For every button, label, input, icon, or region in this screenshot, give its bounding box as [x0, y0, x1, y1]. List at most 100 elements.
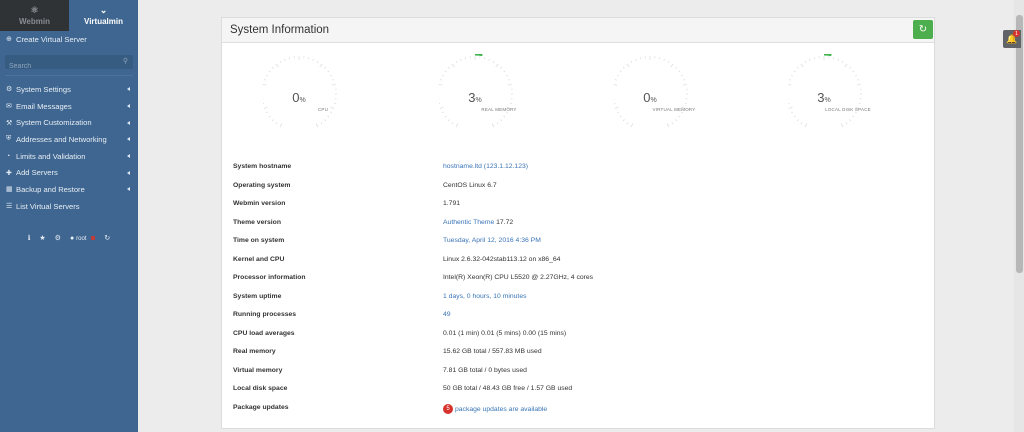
- info-row-theme-version: Theme version Authentic Theme 17.72: [233, 219, 923, 238]
- gauge-tick: [492, 60, 495, 63]
- package-updates-link[interactable]: package updates are available: [455, 405, 547, 412]
- gauge-tick: [263, 83, 267, 86]
- gauge-tick: [832, 57, 835, 60]
- gauge-cpu: 0% CPU: [263, 54, 363, 154]
- user-icon: ●: [69, 234, 75, 242]
- sidebar-item-label: Backup and Restore: [16, 184, 85, 194]
- sidebar-item-email-messages[interactable]: ✉ Email Messages: [0, 98, 138, 115]
- gauge-tick: [275, 63, 279, 68]
- sidebar-item-system-customization[interactable]: ⚒ System Customization: [0, 114, 138, 131]
- gauge-tick: [841, 60, 844, 63]
- sidebar-item-list-virtual-servers[interactable]: ☰ List Virtual Servers: [0, 198, 138, 215]
- sidebar-item-label: Add Servers: [16, 168, 58, 178]
- gauge-tick: [307, 57, 310, 60]
- panel-header: System Information ↻: [222, 18, 934, 43]
- time-link[interactable]: Tuesday, April 12, 2016 4:36 PM: [443, 237, 541, 244]
- gauge-tick: [496, 122, 499, 125]
- info-value: Linux 2.6.32-042stab113.12 on x86_64: [443, 255, 561, 263]
- sidebar-item-label: System Customization: [16, 118, 92, 128]
- user-menu[interactable]: ● root: [69, 234, 96, 242]
- theme-link[interactable]: Authentic Theme: [443, 219, 494, 226]
- gauge-tick: [639, 57, 642, 60]
- tab-webmin[interactable]: ⚛ Webmin: [0, 0, 69, 31]
- webmin-logo-icon: ⚛: [30, 4, 39, 15]
- uptime-link[interactable]: 1 days, 0 hours, 10 minutes: [443, 293, 527, 300]
- star-icon[interactable]: ★: [39, 234, 45, 242]
- gauge-label: REAL MEMORY: [481, 107, 517, 112]
- info-row-virtual-memory: Virtual memory 7.81 GB total / 0 bytes u…: [233, 367, 923, 386]
- gauge-tick: [675, 119, 678, 122]
- refresh-button[interactable]: ↻: [913, 20, 933, 39]
- gauge-tick: [682, 83, 687, 86]
- gauge-tick: [268, 70, 271, 73]
- gauges-row: 0% CPU 3% REAL MEMORY 0% VIRTUAL MEMORY …: [222, 43, 934, 163]
- info-label: Real memory: [233, 348, 276, 355]
- gauge-tick: [678, 70, 681, 73]
- gauge-virtual-memory: 0% VIRTUAL MEMORY: [614, 54, 714, 154]
- gauge-tick: [852, 115, 855, 118]
- gauge-tick: [630, 60, 633, 63]
- gauge-progress-arc: [823, 54, 832, 57]
- gauge-tick: [330, 74, 333, 77]
- tab-virtualmin[interactable]: ⌄ Virtualmin: [69, 0, 138, 31]
- sidebar: ⚛ Webmin ⌄ Virtualmin ⊕ Create Virtual S…: [0, 0, 138, 432]
- gauge-tick: [506, 74, 509, 77]
- info-row-kernel: Kernel and CPU Linux 2.6.32-042stab113.1…: [233, 256, 923, 275]
- gauge-tick: [455, 123, 459, 128]
- gauge-tick: [681, 74, 684, 77]
- gauge-tick: [788, 106, 793, 109]
- notifications-button[interactable]: 🔔 1: [1003, 30, 1021, 48]
- refresh-icon[interactable]: ↻: [104, 234, 110, 242]
- gauge-tick: [663, 58, 665, 61]
- gauge-tick: [849, 119, 852, 122]
- create-virtual-server-link[interactable]: ⊕ Create Virtual Server: [0, 31, 138, 47]
- gauge-tick: [813, 57, 816, 60]
- gauge-tick: [616, 111, 619, 114]
- gauge-tick: [324, 119, 327, 122]
- gauge-tick: [279, 123, 283, 128]
- sidebar-item-add-servers[interactable]: ✚ Add Servers: [0, 164, 138, 181]
- page-scrollbar[interactable]: [1014, 0, 1024, 432]
- gauge-tick: [455, 60, 458, 63]
- sidebar-item-addresses-networking[interactable]: ⛨ Addresses and Networking: [0, 131, 138, 148]
- create-virtual-server-label: Create Virtual Server: [16, 34, 87, 44]
- search-input[interactable]: [5, 59, 133, 74]
- caret-left-icon: [127, 87, 130, 92]
- info-label: Processor information: [233, 274, 306, 281]
- gauge-tick: [857, 79, 860, 81]
- info-row-processor: Processor information Intel(R) Xeon(R) C…: [233, 274, 923, 293]
- gauge-tick: [330, 111, 333, 114]
- gauge-tick: [441, 74, 444, 77]
- gauge-tick: [315, 123, 319, 128]
- sidebar-item-limits-validation[interactable]: ◔ Limits and Validation: [0, 148, 138, 165]
- gauge-tick: [441, 111, 444, 114]
- sidebar-item-system-settings[interactable]: ⚙ System Settings: [0, 81, 138, 98]
- sidebar-item-backup-restore[interactable]: ▦ Backup and Restore: [0, 181, 138, 198]
- gauge-tick: [483, 57, 486, 60]
- info-value: 50 GB total / 48.43 GB free / 1.57 GB us…: [443, 385, 573, 392]
- gauge-tick: [796, 119, 799, 122]
- gauge-tick: [263, 79, 266, 81]
- scrollbar-thumb[interactable]: [1016, 15, 1023, 273]
- gauge-tick: [837, 58, 839, 61]
- gauge-tick: [670, 63, 674, 68]
- cogs-icon[interactable]: ⚙: [55, 234, 61, 242]
- info-icon[interactable]: ℹ: [28, 234, 31, 242]
- gauge-tick: [626, 122, 629, 125]
- gauge-tick: [619, 70, 622, 73]
- processes-link[interactable]: 49: [443, 311, 451, 318]
- info-row-real-memory: Real memory 15.62 GB total / 557.83 MB u…: [233, 348, 923, 367]
- gauge-tick: [844, 63, 848, 68]
- notification-count-badge: 1: [1013, 30, 1020, 37]
- info-value: 1.791: [443, 200, 461, 207]
- search-icon: ⚲: [122, 58, 128, 65]
- hostname-link[interactable]: hostname.ltd (123.1.12.123): [443, 163, 528, 170]
- gauge-tick: [331, 83, 336, 86]
- info-label: System hostname: [233, 163, 292, 170]
- gauge-tick: [439, 83, 443, 86]
- gauge-tick: [619, 115, 622, 118]
- gauge-tick: [796, 66, 799, 69]
- info-row-uptime: System uptime 1 days, 0 hours, 10 minute…: [233, 293, 923, 312]
- gauge-tick: [316, 60, 319, 63]
- gauge-tick: [856, 83, 861, 86]
